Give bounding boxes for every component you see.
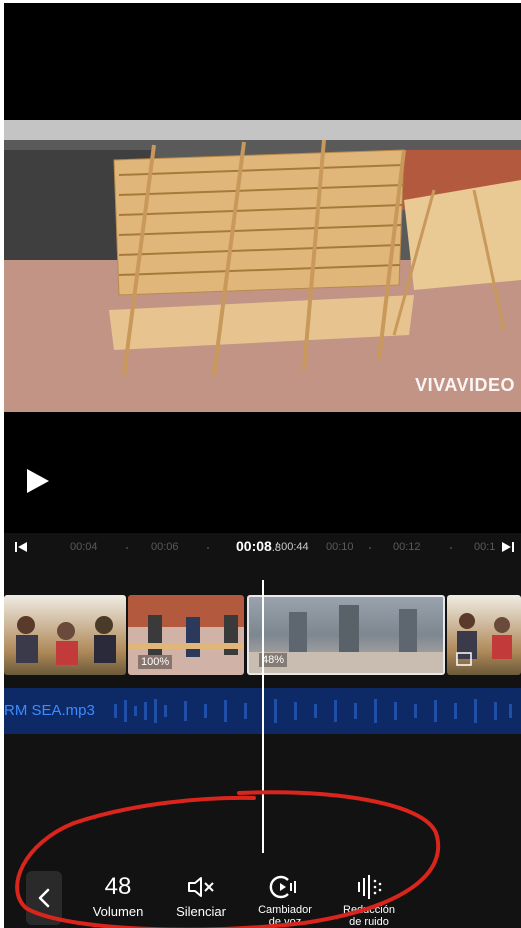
timeline-clip-selected[interactable]: 48% bbox=[247, 595, 445, 675]
ruler-tick: 00:06 bbox=[151, 541, 179, 553]
ruler-tick: 00:10 bbox=[326, 541, 354, 553]
voice-changer-tool[interactable]: Cambiador de voz bbox=[243, 873, 327, 928]
speaker-mute-icon bbox=[188, 877, 214, 897]
playhead[interactable] bbox=[262, 580, 264, 853]
audio-toolbar: 48 Volumen Silenciar Cambiador de voz Re… bbox=[4, 855, 521, 928]
vivavideo-watermark: VIVAVIDEO bbox=[415, 375, 515, 395]
jump-to-start-icon[interactable] bbox=[14, 539, 28, 555]
jump-to-end-icon[interactable] bbox=[501, 539, 515, 555]
chevron-left-icon bbox=[38, 888, 50, 908]
timeline[interactable]: 100% 48% RM SEA.mp3 bbox=[4, 563, 521, 855]
noise-reduction-icon bbox=[358, 875, 382, 899]
video-preview[interactable]: VIVAVIDEO bbox=[4, 120, 521, 412]
noise-reduction-label: Reducción de ruido bbox=[327, 904, 411, 928]
ruler-tick: 00:1 bbox=[474, 541, 496, 553]
ruler-dot bbox=[126, 547, 128, 549]
timeline-clip[interactable]: 100% bbox=[128, 595, 244, 675]
voice-changer-label-line1: Cambiador bbox=[258, 904, 312, 916]
voice-changer-icon bbox=[269, 875, 296, 899]
ruler-tick: 00:12 bbox=[393, 541, 421, 553]
total-time: / 00:44 bbox=[275, 541, 309, 553]
voice-changer-label-line2: de voz bbox=[268, 916, 302, 928]
play-icon[interactable] bbox=[24, 466, 52, 496]
audio-file-name: RM SEA.mp3 bbox=[4, 702, 95, 719]
video-editor-screen: VIVAVIDEO 00:04 00:06 00:08.3 / 00:44 00… bbox=[4, 3, 521, 928]
ruler-tick: 00:04 bbox=[70, 541, 98, 553]
back-button[interactable] bbox=[26, 871, 62, 925]
timeline-clip[interactable] bbox=[4, 595, 126, 675]
time-ruler[interactable]: 00:04 00:06 00:08.3 / 00:44 00:10 00:12 … bbox=[4, 533, 521, 563]
noise-reduction-label-line2: de ruido bbox=[349, 916, 389, 928]
noise-reduction-tool[interactable]: Reducción de ruido bbox=[327, 873, 411, 928]
clip-thumbnail bbox=[16, 616, 116, 665]
voice-changer-label: Cambiador de voz bbox=[243, 904, 327, 928]
preview-scene bbox=[4, 120, 521, 412]
mute-tool[interactable]: Silenciar bbox=[159, 873, 243, 919]
clip-speed-badge: 100% bbox=[138, 655, 173, 669]
volume-value: 48 bbox=[104, 873, 132, 900]
clip-thumbnail bbox=[456, 613, 512, 666]
timeline-clip[interactable] bbox=[447, 595, 521, 675]
ruler-dot bbox=[369, 547, 371, 549]
volume-tool[interactable]: 48 Volumen bbox=[76, 873, 160, 919]
ruler-dot bbox=[450, 547, 452, 549]
mute-label: Silenciar bbox=[176, 904, 226, 919]
noise-reduction-label-line1: Reducción bbox=[343, 904, 395, 916]
ruler-dot bbox=[207, 547, 209, 549]
volume-label: Volumen bbox=[92, 904, 144, 919]
